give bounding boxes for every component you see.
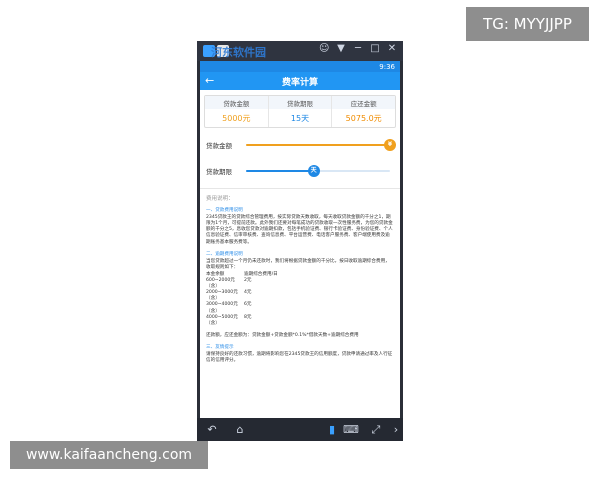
close-icon[interactable]: ✕ — [387, 44, 397, 54]
overdue-fee-table: 本金余额 逾期综合费用/日 600~2000元（含） 2元 2000~3000元… — [206, 272, 394, 327]
recent-apps-icon[interactable]: ▮ — [325, 423, 339, 436]
section-text: 请保持良好的还款习惯，逾期将影响您在2345贷款王的信用额度，贷款申请通过率及人… — [206, 351, 393, 364]
fee-amount-cell: 8元 — [244, 314, 252, 320]
section-title: 一、贷款费用说明 — [206, 208, 243, 214]
term-slider-row: 贷款期限 天 — [204, 158, 396, 184]
fee-amount-cell: 4元 — [244, 290, 252, 296]
section-title: 三、友情提示 — [206, 344, 234, 350]
fee-description: 费用说明： 一、贷款费用说明 2345贷款王的贷款综合管理费用，按实际贷款天数收… — [200, 193, 400, 364]
section-text: 当您贷款超过一个月仍未还款时，我们将根据贷款金额的千分比，按日收取逾期综合费用，… — [206, 258, 390, 270]
summary-head: 贷款金额 — [205, 96, 268, 109]
fee-amount-cell: 2元 — [244, 278, 252, 284]
toolbar-watermark: 河东软件园 — [211, 46, 266, 59]
section-text: 2345贷款王的贷款综合管理费用，按实际贷款天数收取，每天收取贷款金额的千分之1… — [206, 215, 393, 245]
home-icon[interactable]: ⌂ — [233, 423, 247, 436]
summary-value: 15天 — [290, 113, 310, 123]
emulator-toolbar: 河东软件园 ☺ ▼ ─ □ ✕ — [197, 41, 403, 61]
table-row: 600~2000元（含） 2元 — [206, 278, 394, 290]
summary-table: 贷款金额 5000元 贷款期限 15天 应还金额 5075.0元 — [204, 95, 396, 128]
back-arrow-icon[interactable]: ← — [205, 74, 219, 88]
amount-slider-row: 贷款金额 ¥ — [204, 132, 396, 158]
summary-amount: 贷款金额 5000元 — [205, 96, 269, 127]
keyboard-icon[interactable]: ⌨ — [343, 423, 359, 436]
term-slider-thumb[interactable]: 天 — [307, 165, 320, 177]
table-row: 3000~4000元（含） 6元 — [206, 302, 394, 314]
tg-watermark: TG: MYYJJPP — [466, 7, 589, 41]
summary-term: 贷款期限 15天 — [268, 96, 333, 127]
amount-slider-fill — [246, 144, 390, 146]
emulator-window: 河东软件园 ☺ ▼ ─ □ ✕ 9:36 ← 费率计算 贷款金额 5000元 贷… — [197, 41, 403, 441]
summary-head: 贷款期限 — [268, 96, 332, 109]
fee-range-cell: 2000~3000元（含） — [206, 290, 238, 302]
table-row: 2000~3000元（含） 4元 — [206, 290, 394, 302]
page-title: 费率计算 — [281, 77, 318, 88]
term-slider[interactable]: 天 — [246, 165, 390, 177]
fullscreen-icon[interactable]: ⤢ — [369, 423, 383, 437]
status-bar: 9:36 — [200, 61, 400, 72]
summary-value: 5075.0元 — [345, 113, 382, 123]
fee-range-cell: 4000~5000元（含） — [206, 314, 238, 326]
repay-formula: 还款额，应还金额为：贷款金额+贷款金额*0.1%*借款天数+逾期综合费用 — [206, 332, 359, 338]
description-heading: 费用说明： — [206, 196, 234, 202]
table-row: 4000~5000元（含） 8元 — [206, 315, 394, 327]
back-icon[interactable]: ↶ — [205, 423, 219, 436]
site-watermark: www.kaifaancheng.com — [10, 441, 208, 469]
person-icon[interactable]: ☺ — [319, 44, 329, 54]
summary-value: 5000元 — [222, 113, 251, 123]
term-slider-label: 贷款期限 — [206, 168, 232, 176]
maximize-icon[interactable]: □ — [370, 44, 380, 54]
emulator-navbar: ↶ ⌂ ▮ ⌨ ⤢ › — [197, 418, 403, 441]
status-time: 9:36 — [379, 62, 395, 71]
amount-slider-thumb[interactable]: ¥ — [384, 139, 396, 151]
amount-slider[interactable]: ¥ — [246, 139, 396, 151]
term-slider-fill — [246, 170, 314, 172]
amount-slider-label: 贷款金额 — [206, 142, 232, 150]
summary-repay: 应还金额 5075.0元 — [332, 96, 396, 127]
app-bar: ← 费率计算 — [200, 72, 400, 90]
summary-head: 应还金额 — [332, 96, 396, 109]
divider — [200, 188, 400, 189]
fee-range-cell: 3000~4000元（含） — [206, 302, 238, 314]
more-icon[interactable]: › — [389, 423, 403, 436]
section-title: 二、逾期费用说明 — [206, 251, 243, 257]
phone-screen: 9:36 ← 费率计算 贷款金额 5000元 贷款期限 15天 应还金额 507… — [200, 61, 400, 418]
window-controls: ☺ ▼ ─ □ ✕ — [319, 44, 397, 54]
dropdown-icon[interactable]: ▼ — [336, 44, 346, 54]
fee-amount-cell: 6元 — [244, 302, 252, 308]
minimize-icon[interactable]: ─ — [353, 44, 363, 54]
fee-range-cell: 600~2000元（含） — [206, 278, 235, 290]
